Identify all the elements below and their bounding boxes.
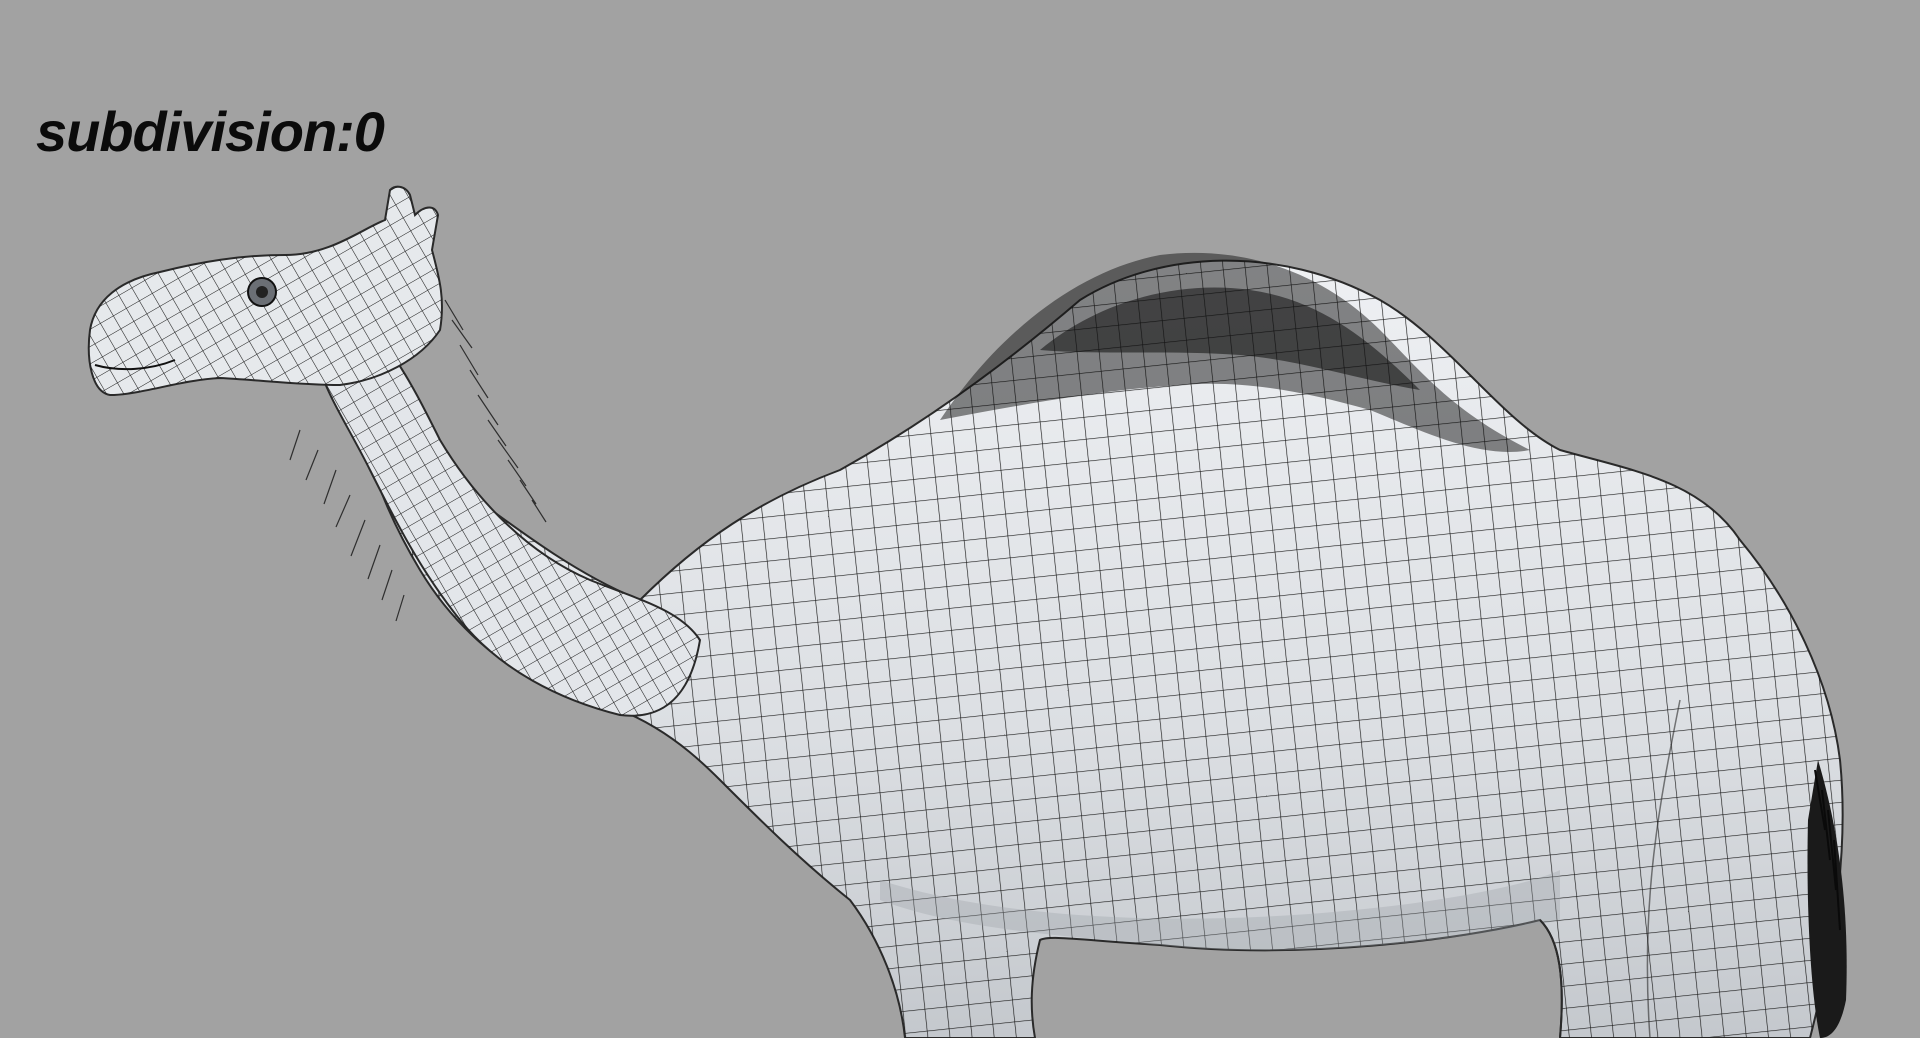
camel-mesh-render: [87, 185, 1847, 1038]
camel-body-mesh: [358, 259, 1844, 1038]
3d-viewport[interactable]: subdivision:0: [0, 0, 1920, 1038]
